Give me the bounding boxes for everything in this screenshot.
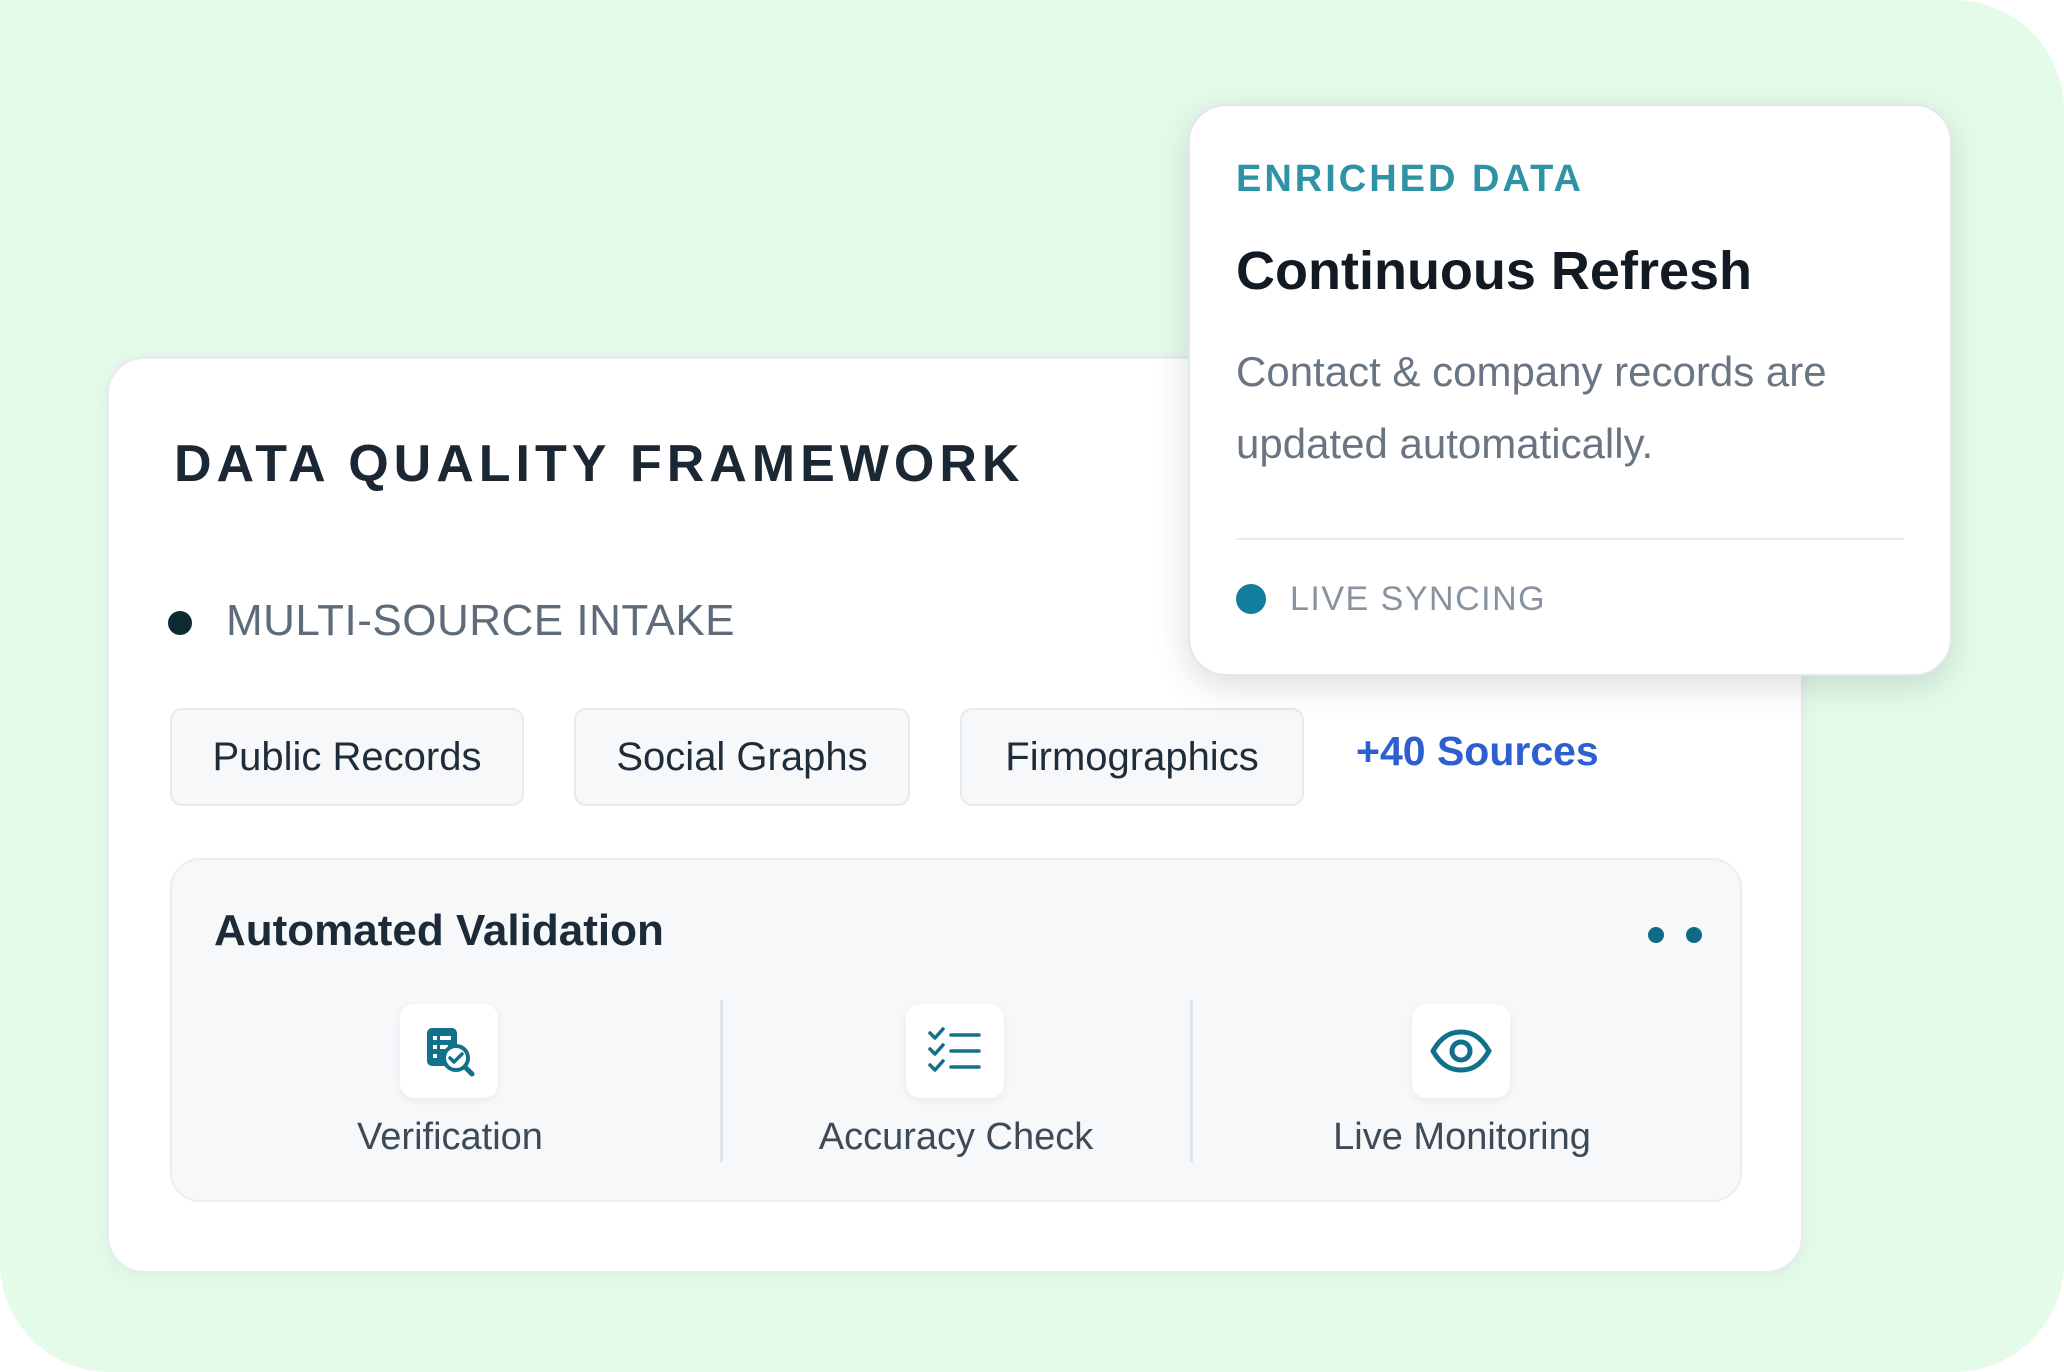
check-label: Accuracy Check bbox=[818, 1116, 1094, 1158]
source-chip-firmographics[interactable]: Firmographics bbox=[960, 708, 1304, 806]
divider bbox=[1236, 538, 1904, 540]
source-chip-public-records[interactable]: Public Records bbox=[170, 708, 524, 806]
divider bbox=[1190, 1000, 1193, 1162]
more-dots-icon[interactable] bbox=[1648, 924, 1702, 946]
check-item-verification[interactable]: Verification bbox=[250, 1000, 650, 1170]
dot-icon bbox=[168, 611, 192, 635]
more-sources-link[interactable]: +40 Sources bbox=[1356, 728, 1599, 775]
enriched-description: Contact & company records are updated au… bbox=[1236, 348, 1827, 467]
validation-title: Automated Validation bbox=[214, 906, 664, 955]
framework-title: DATA QUALITY FRAMEWORK bbox=[174, 435, 1025, 493]
eye-icon bbox=[1412, 1004, 1510, 1098]
enriched-eyebrow: ENRICHED DATA bbox=[1236, 158, 1584, 200]
divider bbox=[720, 1000, 723, 1162]
check-label: Verification bbox=[357, 1116, 543, 1158]
check-label: Live Monitoring bbox=[1333, 1116, 1591, 1158]
enriched-title: Continuous Refresh bbox=[1236, 241, 1753, 301]
checklist-icon bbox=[906, 1004, 1004, 1098]
sync-status-label: LIVE SYNCING bbox=[1290, 580, 1547, 618]
verification-icon bbox=[400, 1004, 498, 1098]
source-chip-social-graphs[interactable]: Social Graphs bbox=[574, 708, 910, 806]
status-dot-icon bbox=[1236, 584, 1266, 614]
check-item-live-monitoring[interactable]: Live Monitoring bbox=[1262, 1000, 1662, 1170]
intake-label: MULTI-SOURCE INTAKE bbox=[226, 596, 736, 645]
check-item-accuracy[interactable]: Accuracy Check bbox=[756, 1000, 1156, 1170]
